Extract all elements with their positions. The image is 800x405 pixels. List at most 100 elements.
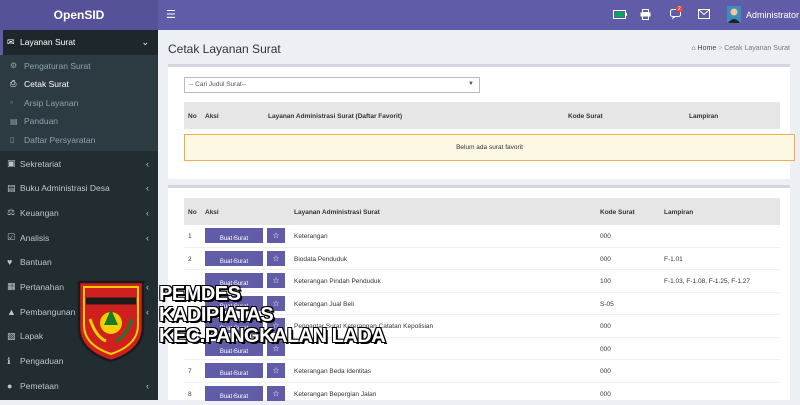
- sidebar-item-layanan-surat[interactable]: ✉Layanan Surat ⌄: [0, 30, 158, 55]
- chevron-left-icon: ‹: [146, 159, 149, 169]
- table-row: 7 ▫Buat Surat ☆ Keterangan Beda Identitas 00…: [184, 360, 780, 383]
- watermark-line: KADIPIATAS: [159, 305, 385, 326]
- battery-icon[interactable]: [613, 10, 627, 22]
- col-kode: Kode Surat: [568, 113, 603, 120]
- sidebar-item-label: Keuangan: [20, 208, 59, 218]
- printer-icon[interactable]: [640, 9, 651, 23]
- cart-icon: ▨: [7, 331, 20, 342]
- chevron-down-icon: ⌄: [141, 37, 149, 48]
- cell-kode: 000: [600, 323, 611, 330]
- cell-kode: 000: [600, 346, 611, 353]
- map-icon: ▦: [7, 281, 20, 292]
- cell-no: 2: [188, 256, 192, 263]
- envelope-icon[interactable]: [698, 9, 710, 22]
- book-icon: ▤: [7, 183, 20, 194]
- breadcrumb-current: Cetak Layanan Surat: [724, 45, 790, 52]
- cell-letter-name: Keterangan Beda Identitas: [294, 368, 371, 375]
- cell-no: 8: [188, 391, 192, 398]
- buat-surat-label: Buat Surat: [220, 394, 248, 400]
- cell-lampiran: F-1.03, F-1.08, F-1.25, F-1.27: [664, 278, 750, 285]
- sidebar-item-label: Layanan Surat: [20, 37, 75, 47]
- buat-surat-button[interactable]: ▫Buat Surat: [205, 228, 263, 243]
- breadcrumb: ⌂ Home > Cetak Layanan Surat: [691, 45, 790, 52]
- letter-search-select[interactable]: -- Cari Judul Surat--▼: [184, 77, 480, 93]
- heart-icon: ♥: [7, 257, 20, 267]
- cell-letter-name: Biodata Penduduk: [294, 256, 347, 263]
- star-icon[interactable]: ☆: [267, 386, 285, 401]
- chevron-left-icon: ‹: [146, 307, 149, 317]
- watermark-caption: PEMDES KADIPIATAS KEC.PANGKALAN LADA: [159, 284, 385, 347]
- file-icon: ▯: [10, 135, 24, 144]
- sidebar-item-sekretariat[interactable]: ▣Sekretariat‹: [0, 151, 158, 176]
- sidebar-subitem-arsip-layanan[interactable]: ▫Arsip Layanan: [0, 94, 158, 113]
- sidebar-subitem-panduan[interactable]: ▤Panduan: [0, 112, 158, 131]
- gear-icon: ⚙: [10, 61, 24, 70]
- chevron-left-icon: ‹: [146, 208, 149, 218]
- buat-surat-button[interactable]: ▫Buat Surat: [205, 386, 263, 401]
- cell-kode: 000: [600, 233, 611, 240]
- cell-kode: S-05: [600, 301, 614, 308]
- brand-logo[interactable]: OpenSID: [0, 0, 158, 30]
- col-layanan: Layanan Administrasi Surat (Daftar Favor…: [268, 113, 402, 120]
- cell-kode: 000: [600, 391, 611, 398]
- print-icon: ⎙: [10, 79, 24, 89]
- top-navbar: OpenSID ☰ 2 Administrator: [0, 0, 800, 30]
- sidebar-item-buku-administrasi-desa[interactable]: ▤Buku Administrasi Desa ‹: [0, 176, 158, 201]
- info-icon: ℹ: [7, 356, 20, 367]
- sidebar-subitem-pengaturan-surat[interactable]: ⚙Pengaturan Surat: [0, 57, 158, 76]
- buat-surat-label: Buat Surat: [220, 371, 248, 377]
- chevron-left-icon: ‹: [146, 233, 149, 243]
- buat-surat-button[interactable]: ▫Buat Surat: [205, 251, 263, 266]
- cell-kode: 000: [600, 368, 611, 375]
- star-icon[interactable]: ☆: [267, 228, 285, 243]
- envelope-open-icon: ✉: [7, 37, 20, 48]
- cell-letter-name: Keterangan Bepergian Jalan: [294, 391, 376, 398]
- user-name[interactable]: Administrator: [746, 10, 799, 20]
- col-lampiran: Lampiran: [689, 113, 718, 120]
- sidebar-subitem-label: Daftar Persyaratan: [24, 135, 95, 145]
- sidebar-item-label: Lapak: [20, 331, 43, 341]
- sidebar-submenu: ⚙Pengaturan Surat ⎙Cetak Surat ▫Arsip La…: [0, 55, 158, 152]
- chevron-left-icon: ‹: [146, 183, 149, 193]
- sidebar-item-bantuan[interactable]: ♥Bantuan: [0, 250, 158, 275]
- breadcrumb-home[interactable]: Home: [698, 45, 717, 52]
- avatar[interactable]: [727, 6, 741, 26]
- sidebar-item-label: Pembangunan: [20, 307, 75, 317]
- sidebar-item-label: Buku Administrasi Desa: [20, 183, 110, 193]
- sidebar-toggle-icon[interactable]: ☰: [166, 8, 176, 21]
- sidebar-item-analisis[interactable]: ☑Analisis‹: [0, 225, 158, 250]
- sidebar-item-label: Pertanahan: [20, 282, 64, 292]
- sidebar-subitem-cetak-surat[interactable]: ⎙Cetak Surat: [0, 75, 158, 94]
- page-title: Cetak Layanan Surat: [168, 42, 281, 56]
- bank-icon: ▲: [7, 307, 20, 317]
- col-lampiran: Lampiran: [664, 209, 693, 216]
- table-row: 2▫Buat Surat☆Biodata Penduduk000F-1.01: [184, 248, 780, 271]
- sidebar-subitem-label: Cetak Surat: [24, 79, 69, 89]
- sidebar-subitem-daftar-persyaratan[interactable]: ▯Daftar Persyaratan: [0, 131, 158, 150]
- favorites-box: -- Cari Judul Surat--▼ No Aksi Layanan A…: [168, 64, 790, 179]
- folder-icon: ▫: [10, 98, 24, 107]
- buat-surat-label: Buat Surat: [220, 259, 248, 265]
- chevron-left-icon: ‹: [146, 381, 149, 391]
- col-aksi: Aksi: [205, 209, 219, 216]
- sidebar-item-pemetaan[interactable]: ●Pemetaan‹: [0, 373, 158, 398]
- cell-no: 1: [188, 233, 192, 240]
- watermark-line: KEC.PANGKALAN LADA: [159, 326, 385, 347]
- col-kode: Kode Surat: [600, 209, 635, 216]
- book-icon: ▤: [10, 117, 24, 126]
- sidebar-subitem-label: Pengaturan Surat: [24, 61, 91, 71]
- table-row: 8 ▫Buat Surat ☆ Keterangan Bepergian Jalan 0…: [184, 383, 780, 405]
- globe-icon: ●: [7, 381, 20, 391]
- sidebar-subitem-label: Arsip Layanan: [24, 98, 78, 108]
- comments-icon[interactable]: 2: [670, 9, 683, 23]
- star-icon[interactable]: ☆: [267, 251, 285, 266]
- home-icon: ⌂: [691, 45, 695, 52]
- watermark-line: PEMDES: [159, 284, 385, 305]
- cell-no: 7: [188, 368, 192, 375]
- breadcrumb-separator: >: [718, 45, 722, 52]
- buat-surat-button[interactable]: ▫Buat Surat: [205, 363, 263, 378]
- sidebar-item-keuangan[interactable]: ⚖Keuangan ‹: [0, 201, 158, 226]
- balance-scale-icon: ⚖: [7, 207, 20, 218]
- star-icon[interactable]: ☆: [267, 363, 285, 378]
- col-layanan: Layanan Administrasi Surat: [294, 209, 380, 216]
